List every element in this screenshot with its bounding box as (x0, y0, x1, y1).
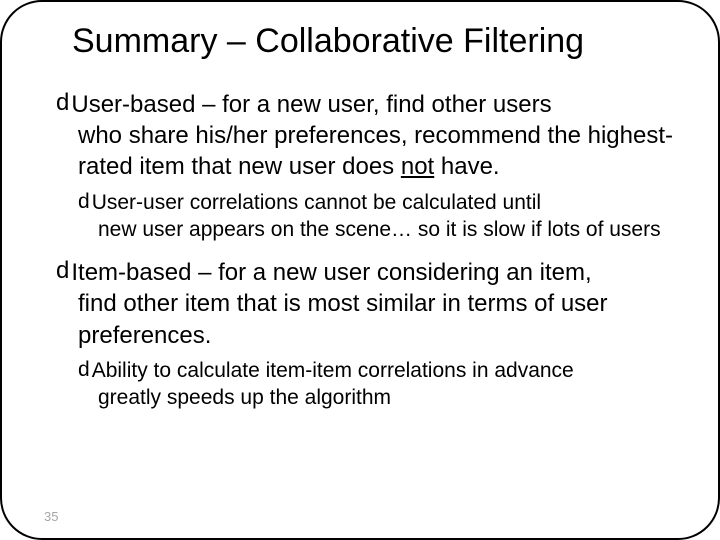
sub-bullet-text: Ability to calculate item-item correlati… (92, 357, 676, 384)
bullet-glyph-icon: d (56, 257, 69, 286)
bullet-lead: Item-based (71, 259, 191, 286)
bullet-continuation: who share his/her preferences, recommend… (56, 120, 676, 182)
bullet-glyph-icon: d (56, 89, 69, 118)
bullet-level1: d Item-based – for a new user considerin… (56, 257, 676, 411)
bullet-text: Item-based – for a new user considering … (71, 257, 676, 288)
bullet-level2: d Ability to calculate item-item correla… (56, 357, 676, 412)
sub-bullet-text: User-user correlations cannot be calcula… (92, 189, 676, 216)
bullet-row: d Ability to calculate item-item correla… (78, 357, 676, 384)
bullet-rest: – for a new user, find other users (195, 91, 551, 118)
bullet-continuation: find other item that is most similar in … (56, 288, 676, 350)
bullet-level2: d User-user correlations cannot be calcu… (56, 189, 676, 244)
sub-bullet-continuation: greatly speeds up the algorithm (78, 384, 676, 411)
bullet-level1: d User-based – for a new user, find othe… (56, 89, 676, 243)
bullet-row: d Item-based – for a new user considerin… (56, 257, 676, 288)
sub-bullet-continuation: new user appears on the scene… so it is … (78, 216, 676, 243)
after-underlined: have. (434, 153, 499, 180)
underlined-word: not (401, 153, 434, 180)
bullet-lead: User-based (71, 91, 195, 118)
slide-body: d User-based – for a new user, find othe… (44, 89, 676, 425)
cont-text: who share his/her preferences, recommend… (78, 122, 673, 180)
page-number: 35 (44, 509, 58, 524)
bullet-text: User-based – for a new user, find other … (71, 89, 676, 120)
bullet-glyph-icon: d (78, 357, 90, 383)
bullet-row: d User-user correlations cannot be calcu… (78, 189, 676, 216)
bullet-rest: – for a new user considering an item, (191, 259, 591, 286)
slide-frame: Summary – Collaborative Filtering d User… (0, 0, 720, 540)
slide-title: Summary – Collaborative Filtering (44, 22, 676, 61)
bullet-glyph-icon: d (78, 189, 90, 215)
bullet-row: d User-based – for a new user, find othe… (56, 89, 676, 120)
